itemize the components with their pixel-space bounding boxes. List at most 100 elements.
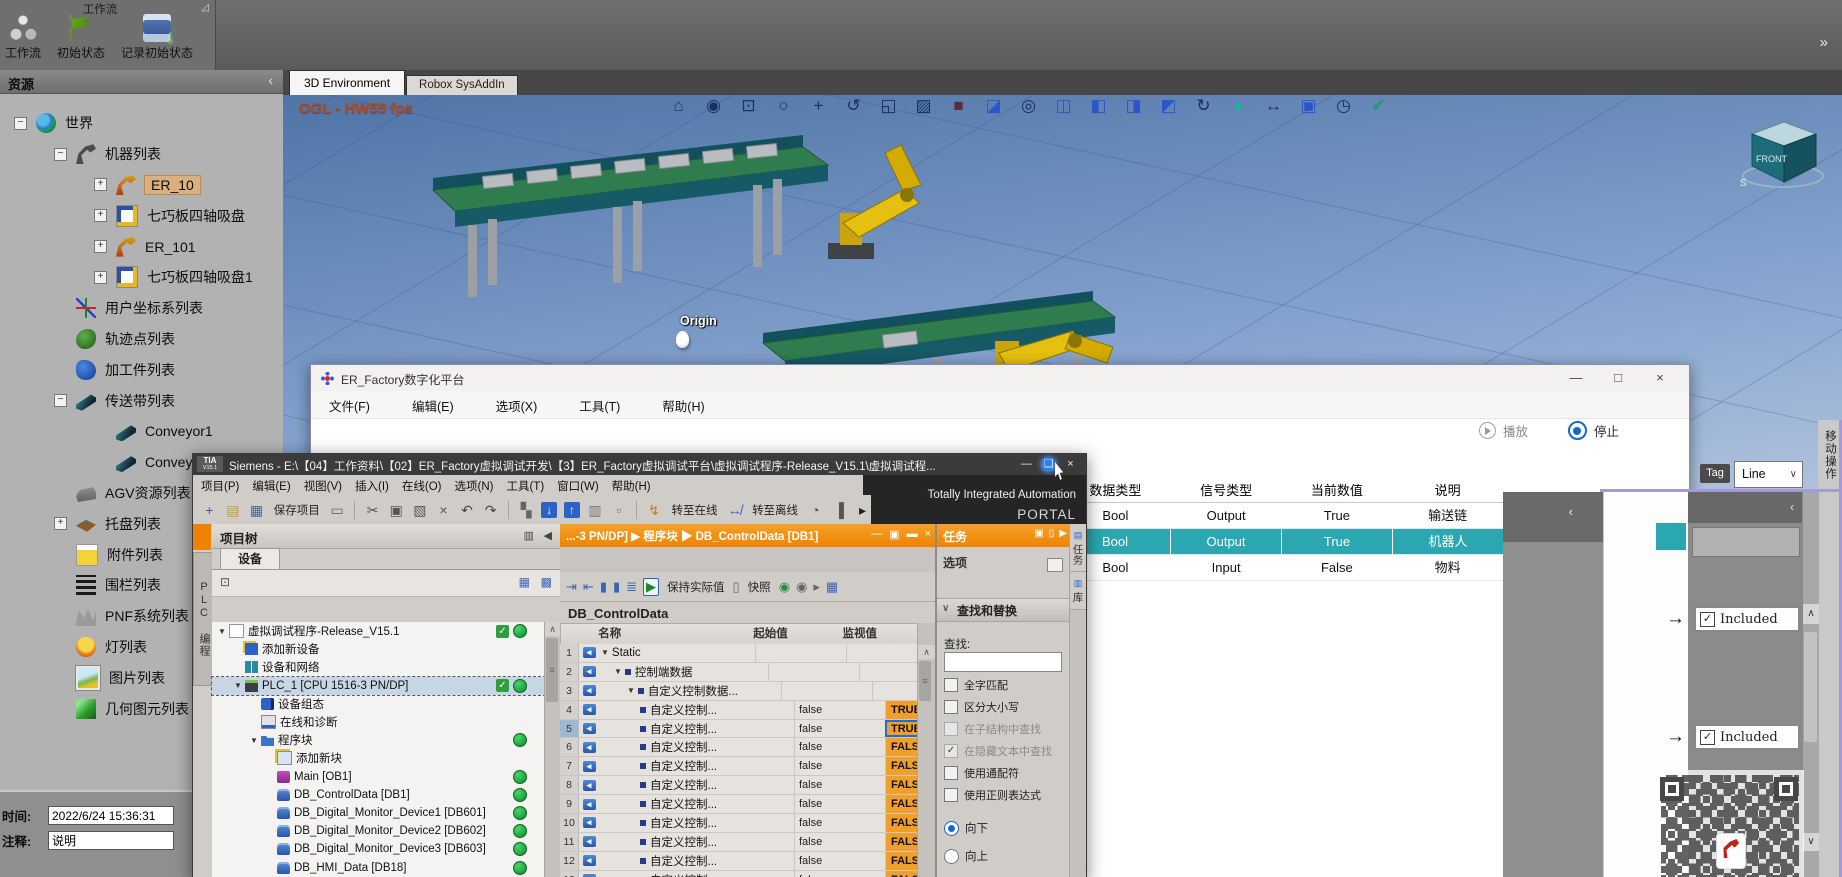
tia-menu-item[interactable]: 视图(V) [304,478,342,494]
resource-tree-item[interactable]: 轨迹点列表 [0,324,283,355]
db-table-row[interactable]: 7◂自定义控制...falseFALSE [560,757,918,776]
comment-input[interactable] [48,831,174,850]
db-table-row[interactable]: 4◂自定义控制...falseTRUE [560,701,918,720]
tia-titlebar[interactable]: TIAV15.1 Siemens - E:\【04】工作资料\【02】ER_Fa… [193,454,1086,475]
included-toggle[interactable]: ✓Included [1694,606,1800,632]
resource-tree-item[interactable]: +ER_101 [0,231,283,262]
find-option-checkbox[interactable]: 使用通配符 [944,766,1052,779]
tree-expander-icon[interactable]: ▼ [218,627,228,636]
resource-tree-item[interactable]: +ER_10 [0,170,283,201]
resource-tree-item[interactable]: +七巧板四轴吸盘 [0,200,283,231]
tia-menu-item[interactable]: 项目(P) [201,478,239,494]
insert-row-icon[interactable]: ⇥ [566,579,577,595]
db-table-row[interactable]: 10◂自定义控制...falseFALSE [560,814,918,833]
collapse-left-icon[interactable]: ‹ [1569,504,1573,519]
more-icon[interactable]: ▸ [813,579,820,595]
reset-values-icon[interactable]: ▮ [613,579,620,595]
portal-orange-tab[interactable] [193,524,211,550]
origin-marker[interactable] [676,331,689,348]
toolbar-expand-icon[interactable]: ▸ [854,502,871,519]
tia-menu-item[interactable]: 编辑(E) [252,478,290,494]
resource-tree-item[interactable]: +七巧板四轴吸盘1 [0,262,283,293]
dock-panel-icon[interactable]: ▯ [1049,528,1055,539]
copy-start-icon[interactable]: ◉ [796,579,807,595]
open-project-icon[interactable]: ▤ [225,502,242,519]
tree-toggle-icon[interactable]: − [54,148,67,161]
diagnostics-btn-icon[interactable]: ◔ [807,502,824,518]
db-monitor-value[interactable]: TRUE [885,701,918,719]
project-tree-item[interactable]: 设备和网络 [212,658,545,676]
db-monitor-value[interactable]: FALSE [885,776,918,794]
scrollbar-thumb[interactable] [1804,632,1817,742]
er-menu-item[interactable]: 文件(F) [329,396,370,415]
right-scrollbar[interactable]: ∧ ∨ [1802,492,1819,877]
db-monitor-value[interactable] [872,682,918,700]
project-tree-item[interactable]: DB_Digital_Monitor_Device2 [DB602] [212,822,545,840]
column-monitor-value[interactable]: 监视值 [838,624,919,645]
stop-runtime-icon[interactable]: ▫ [610,502,627,518]
expander-icon[interactable]: ▼ [601,648,609,657]
float-panel-icon[interactable]: ▣ [1034,528,1043,539]
view-eye-icon[interactable]: ◉ [703,96,724,116]
close-button[interactable]: × [1651,369,1669,386]
project-tree-item[interactable]: 添加新块 [212,749,545,767]
direction-radio[interactable]: 向上 [944,848,988,864]
orbit-icon[interactable]: ↺ [843,96,864,116]
maximize-button[interactable]: □ [1609,369,1627,386]
plc-programming-tab[interactable]: PLC 编程 [193,552,213,686]
maximize-button[interactable]: ▬ [907,528,918,541]
load-values-icon[interactable]: ▯ [733,579,740,595]
monitor-table-row[interactable]: BoolOutputTrue输送链 [1060,503,1503,529]
keep-values-icon[interactable]: ▮ [600,579,607,595]
tree-expander-icon[interactable]: ▼ [250,736,260,745]
tab-devices[interactable]: 设备 [220,548,280,570]
panel-b-field[interactable] [1692,527,1800,557]
resource-tree-item[interactable]: −传送带列表 [0,385,283,416]
select-box-icon[interactable]: ◪ [983,96,1004,116]
project-tree-item[interactable]: 添加新设备 [212,640,545,658]
upload-icon[interactable]: ↑ [564,502,580,518]
expander-icon[interactable]: ▼ [614,667,622,676]
tree-toggle-icon[interactable]: + [54,517,67,530]
resource-tree-item[interactable]: Conveyor1 [0,416,283,447]
er-menu-item[interactable]: 编辑(E) [412,396,454,415]
timer-icon[interactable]: ◷ [1333,96,1354,116]
top-view-icon[interactable]: ◨ [1123,96,1144,116]
maximize-button[interactable]: ❏ [1041,457,1056,472]
record-square-icon[interactable]: ■ [948,96,969,116]
front-view-icon[interactable]: ◧ [1088,96,1109,116]
scroll-up-icon[interactable]: ∧ [918,645,935,659]
paste-icon[interactable]: ▧ [412,502,429,519]
table-view-icon[interactable]: ▦ [519,575,530,589]
save-project-icon[interactable]: ▦ [248,502,265,519]
tree-toggle-icon[interactable]: + [94,271,107,284]
stop-button[interactable]: 停止 [1568,421,1619,440]
scroll-down-icon[interactable]: ∨ [1803,833,1819,851]
scrollbar-thumb[interactable]: ≡ [919,661,931,701]
er-menu-item[interactable]: 选项(X) [496,396,538,415]
monitor-all-icon[interactable]: ▶ [643,578,659,596]
spin-icon[interactable]: ↻ [1193,96,1214,116]
project-tree-item[interactable]: DB_ControlData [DB1] [212,786,545,804]
direction-radio[interactable]: 向下 [944,820,988,836]
db-monitor-value[interactable]: FALSE [885,814,918,832]
project-tree-item[interactable]: 在线和诊断 [212,713,545,731]
play-button[interactable]: 播放 [1479,421,1528,440]
db-monitor-value[interactable]: TRUE [885,720,918,738]
go-online-icon[interactable]: ↯ [646,502,663,519]
line-select[interactable]: Line ∨ [1734,461,1803,488]
find-option-checkbox[interactable]: ✓在隐藏文本中查找 [944,744,1052,757]
ribbon-button-save-state[interactable]: 记录初始状态 [118,13,196,62]
resource-tree-item[interactable]: 加工件列表 [0,354,283,385]
db-table-row[interactable]: 9◂自定义控制...falseFALSE [560,795,918,814]
db-monitor-value[interactable]: FALSE [885,833,918,851]
add-row-icon[interactable]: ⇤ [583,579,594,595]
go-offline-icon[interactable]: ↮ [726,502,743,518]
tree-toggle-icon[interactable]: + [94,240,107,253]
project-tree-item[interactable]: 设备组态 [212,695,545,713]
measure-icon[interactable]: ↔ [1263,96,1284,116]
breadcrumb[interactable]: ...-3 PN/DP] ▶ 程序块 ▶ DB_ControlData [DB1… [566,528,818,544]
tia-menu-item[interactable]: 工具(T) [506,478,544,494]
minimize-button[interactable]: — [871,528,882,541]
copy-snapshot-icon[interactable]: ◉ [779,579,790,595]
